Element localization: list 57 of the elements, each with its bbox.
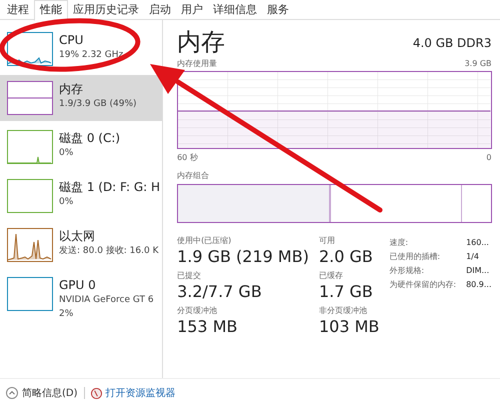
tab[interactable]: 详细信息: [208, 0, 262, 20]
collapse-icon: [6, 387, 18, 399]
stat-label: 使用中(已压缩): [177, 235, 232, 247]
axis-label: 0: [486, 152, 492, 164]
detail-value: 1/4: [466, 251, 480, 263]
sidebar-item[interactable]: 磁盘 0 (C:) 0%: [0, 124, 162, 170]
tab[interactable]: 服务: [262, 0, 294, 20]
stat-value: 103 MB: [318, 317, 380, 337]
tab[interactable]: 进程: [2, 0, 34, 20]
summary-button[interactable]: 简略信息(D): [6, 386, 78, 400]
resource-monitor-link[interactable]: 打开资源监视器: [90, 386, 176, 400]
axis-label: 60 秒: [177, 152, 198, 164]
stat-value: 2.0 GB: [318, 247, 374, 267]
tab[interactable]: 应用历史记录: [68, 0, 144, 20]
sidebar-item[interactable]: 以太网 发送: 80.0 接收: 16.0 K: [0, 222, 162, 268]
tab[interactable]: 启动: [144, 0, 176, 20]
tab[interactable]: 性能: [34, 0, 68, 21]
stat-value: 3.2/7.7 GB: [177, 282, 263, 302]
device-name: CPU: [59, 32, 84, 48]
stat-label: 可用: [318, 235, 336, 247]
detail-label: 外形规格:: [389, 265, 426, 277]
stat-value: 1.9 GB (219 MB): [177, 247, 309, 267]
sidebar-item[interactable]: GPU 0 NVIDIA GeForce GT 6 2%: [0, 271, 162, 327]
device-reading: 发送: 80.0 接收: 16.0 K: [59, 244, 158, 258]
device-reading: NVIDIA GeForce GT 6: [59, 294, 154, 307]
device-name: 内存: [59, 81, 84, 97]
device-reading: 1.9/3.9 GB (49%): [59, 98, 137, 111]
page-title: 内存: [177, 28, 226, 56]
chart-label: 内存组合: [177, 170, 210, 182]
device-name: 以太网: [59, 228, 96, 244]
detail-value: 80.9...: [466, 279, 492, 291]
stat-label: 已提交: [177, 270, 202, 282]
tab[interactable]: 用户: [176, 0, 208, 20]
detail-label: 为硬件保留的内存:: [389, 279, 456, 291]
device-name: 磁盘 1 (D: F: G: H: [59, 179, 160, 195]
chart-max-label: 3.9 GB: [464, 58, 492, 70]
sidebar-item[interactable]: CPU 19% 2.32 GHz: [0, 26, 162, 72]
device-reading: 2%: [59, 308, 74, 321]
device-name: 磁盘 0 (C:): [59, 130, 120, 146]
sidebar-item[interactable]: 磁盘 1 (D: F: G: H 0%: [0, 173, 162, 219]
device-reading: 19% 2.32 GHz: [59, 49, 124, 62]
stat-value: 153 MB: [177, 317, 238, 337]
detail-label: 速度:: [389, 237, 410, 249]
stat-value: 1.7 GB: [318, 282, 374, 302]
stat-label: 分页缓冲池: [177, 305, 218, 317]
chart-label: 内存使用量: [177, 58, 218, 70]
monitor-gauge-icon: [90, 388, 102, 398]
stat-label: 非分页缓冲池: [318, 305, 368, 317]
device-name: GPU 0: [59, 277, 97, 293]
detail-label: 已使用的插槽:: [389, 251, 442, 263]
detail-value: DIM...: [466, 265, 490, 277]
stat-label: 已缓存: [318, 270, 344, 282]
device-reading: 0%: [59, 147, 74, 160]
sidebar-item[interactable]: 内存 1.9/3.9 GB (49%): [0, 75, 162, 121]
detail-value: 160...: [466, 237, 490, 249]
memory-spec: 4.0 GB DDR3: [412, 35, 492, 52]
device-reading: 0%: [59, 196, 74, 209]
